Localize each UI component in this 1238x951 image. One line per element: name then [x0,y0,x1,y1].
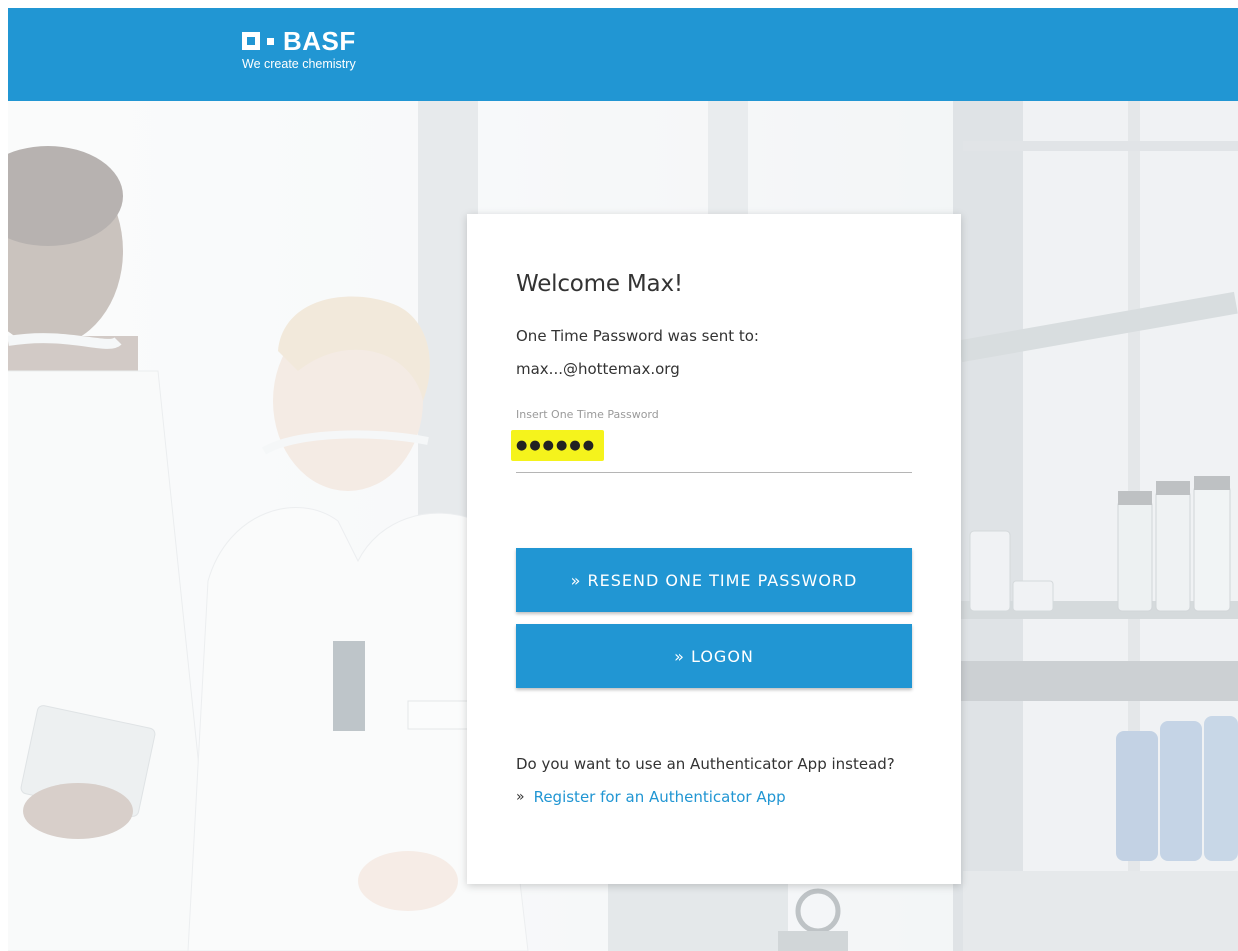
otp-input-label: Insert One Time Password [516,408,659,421]
register-authenticator-link[interactable]: Register for an Authenticator App [534,788,786,806]
otp-input[interactable]: ●●●●●● [511,428,912,473]
welcome-heading: Welcome Max! [516,271,683,297]
basf-logo-square-icon [242,32,260,50]
header-bar: BASF We create chemistry [8,8,1238,101]
otp-input-value: ●●●●●● [511,430,605,461]
basf-logo-dot-icon [267,37,274,45]
otp-sent-label: One Time Password was sent to: [516,327,759,345]
raquo-icon: » [516,789,525,805]
logo-wordmark: BASF [283,26,356,56]
masked-email: max...@hottemax.org [516,360,680,378]
logo-tagline: We create chemistry [242,57,356,71]
authenticator-link-row: » Register for an Authenticator App [516,788,786,806]
basf-logo[interactable]: BASF We create chemistry [242,28,356,71]
page-frame: BASF We create chemistry Welcome Max! On… [8,8,1238,951]
resend-otp-button[interactable]: » RESEND ONE TIME PASSWORD [516,548,912,612]
login-card: Welcome Max! One Time Password was sent … [467,214,961,884]
logon-button[interactable]: » LOGON [516,624,912,688]
authenticator-question: Do you want to use an Authenticator App … [516,755,895,773]
